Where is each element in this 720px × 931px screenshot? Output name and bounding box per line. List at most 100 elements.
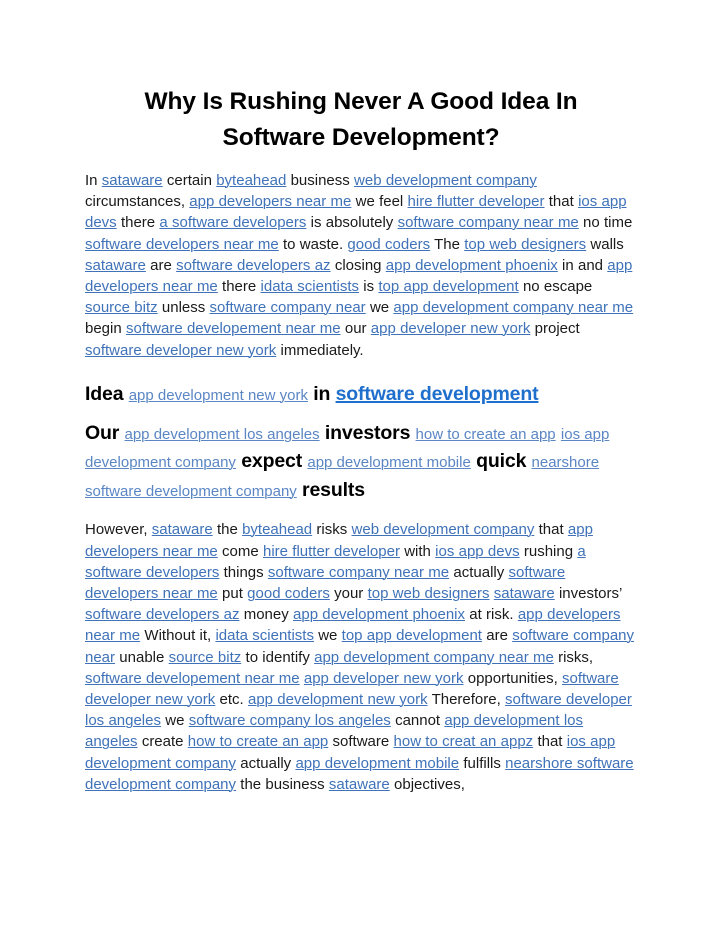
inline-link[interactable]: byteahead xyxy=(216,172,286,189)
inline-link[interactable]: app development mobile xyxy=(295,755,459,772)
inline-link-emphasis[interactable]: software development xyxy=(336,383,539,405)
inline-link[interactable]: sataware xyxy=(152,521,213,538)
inline-link[interactable]: app development phoenix xyxy=(386,257,558,274)
inline-link[interactable]: byteahead xyxy=(242,521,312,538)
inline-link[interactable]: source bitz xyxy=(169,649,242,666)
body-text: project xyxy=(530,320,584,338)
body-text: we feel xyxy=(351,193,408,211)
inline-link[interactable]: software developers az xyxy=(85,606,239,623)
inline-link[interactable]: top web designers xyxy=(368,585,490,602)
heading-text: quick xyxy=(470,450,532,473)
body-text: However, xyxy=(85,521,152,539)
inline-link[interactable]: how to create an app xyxy=(188,733,329,750)
inline-link[interactable]: software company near me xyxy=(398,214,579,231)
section-heading-our-investors: Our app development los angeles investor… xyxy=(85,420,637,506)
inline-link[interactable]: app development new york xyxy=(129,387,308,404)
section-heading-idea: Idea app development new york in softwar… xyxy=(85,381,637,409)
body-text: unless xyxy=(157,299,210,317)
body-text: walls xyxy=(586,235,629,253)
body-text: there xyxy=(217,278,261,296)
body-text: closing xyxy=(330,256,386,274)
body-text: software xyxy=(328,733,394,751)
inline-link[interactable]: sataware xyxy=(329,776,390,793)
body-text: fulfills xyxy=(459,754,506,772)
body-text: immediately. xyxy=(276,341,364,359)
inline-link[interactable]: app development los angeles xyxy=(125,426,320,443)
inline-link[interactable]: top app development xyxy=(378,278,518,295)
body-text: cannot xyxy=(390,712,445,730)
body-text: The xyxy=(430,235,465,253)
body-paragraph-2: However, sataware the byteahead risks we… xyxy=(85,519,637,795)
inline-link[interactable]: app development mobile xyxy=(307,454,470,471)
body-text: come xyxy=(217,542,263,560)
body-text: the xyxy=(212,521,243,539)
inline-link[interactable]: software developer new york xyxy=(85,342,276,359)
body-text: at risk. xyxy=(465,606,518,624)
body-text: create xyxy=(137,733,188,751)
inline-link[interactable]: app development phoenix xyxy=(293,606,465,623)
inline-link[interactable]: app development company near me xyxy=(393,299,633,316)
body-text: risks, xyxy=(553,648,598,666)
body-text: actually xyxy=(449,563,509,581)
page-title: Why Is Rushing Never A Good Idea In Soft… xyxy=(144,88,578,151)
inline-link[interactable]: hire flutter developer xyxy=(408,193,545,210)
inline-link[interactable]: good coders xyxy=(247,585,330,602)
body-text: unable xyxy=(115,648,169,666)
heading-text: investors xyxy=(319,421,416,444)
inline-link[interactable]: software company near me xyxy=(268,564,449,581)
heading-text: expect xyxy=(235,450,308,473)
document-content: Why Is Rushing Never A Good Idea In Soft… xyxy=(85,84,637,795)
inline-link[interactable]: app development company near me xyxy=(314,649,554,666)
inline-link[interactable]: sataware xyxy=(494,585,555,602)
body-text: no escape xyxy=(518,278,597,296)
inline-link[interactable]: a software developers xyxy=(159,214,306,231)
body-text: Without it, xyxy=(140,627,216,645)
body-text: we xyxy=(365,299,394,317)
inline-link[interactable]: top web designers xyxy=(464,236,586,253)
inline-link[interactable]: app developer new york xyxy=(371,320,531,337)
body-text: put xyxy=(217,584,248,602)
inline-link[interactable]: software developers near me xyxy=(85,236,279,253)
inline-link[interactable]: sataware xyxy=(85,257,146,274)
body-text: things xyxy=(219,563,268,581)
heading-text: in xyxy=(307,382,336,405)
inline-link[interactable]: idata scientists xyxy=(261,278,359,295)
inline-link[interactable]: app developer new york xyxy=(304,670,464,687)
body-text: money xyxy=(239,606,294,624)
inline-link[interactable]: software company los angeles xyxy=(189,712,391,729)
inline-link[interactable]: good coders xyxy=(347,236,430,253)
body-text: are xyxy=(145,256,177,274)
inline-link[interactable]: ios app devs xyxy=(435,543,519,560)
body-text: with xyxy=(399,542,436,560)
inline-link[interactable]: hire flutter developer xyxy=(263,543,400,560)
inline-link[interactable]: software developement near me xyxy=(85,670,300,687)
inline-link[interactable]: software company near xyxy=(210,299,366,316)
body-paragraph-1: In sataware certain byteahead business w… xyxy=(85,170,637,361)
body-text: we xyxy=(313,627,342,645)
inline-link[interactable]: web development company xyxy=(354,172,537,189)
inline-link[interactable]: idata scientists xyxy=(215,627,313,644)
body-text: no time xyxy=(578,214,637,232)
body-text: actually xyxy=(236,754,296,772)
body-text: to waste. xyxy=(278,235,348,253)
inline-link[interactable]: software developers az xyxy=(176,257,330,274)
inline-link[interactable]: app development new york xyxy=(248,691,428,708)
inline-link[interactable]: app developers near me xyxy=(189,193,351,210)
inline-link[interactable]: top app development xyxy=(342,627,482,644)
body-text: opportunities, xyxy=(463,669,563,687)
body-text: there xyxy=(116,214,160,232)
inline-link[interactable]: source bitz xyxy=(85,299,158,316)
body-text: the business xyxy=(236,775,329,793)
inline-link[interactable]: web development company xyxy=(352,521,535,538)
inline-link[interactable]: sataware xyxy=(102,172,163,189)
inline-link[interactable]: software developement near me xyxy=(126,320,341,337)
body-text: are xyxy=(481,627,513,645)
inline-link[interactable]: how to creat an appz xyxy=(394,733,534,750)
heading-text: Our xyxy=(85,421,120,444)
body-text: Therefore, xyxy=(427,690,506,708)
body-text: certain xyxy=(162,172,217,189)
inline-link[interactable]: how to create an app xyxy=(416,426,556,443)
body-text: etc. xyxy=(215,690,248,708)
body-text: that xyxy=(544,193,579,211)
body-text: is absolutely xyxy=(306,214,398,232)
